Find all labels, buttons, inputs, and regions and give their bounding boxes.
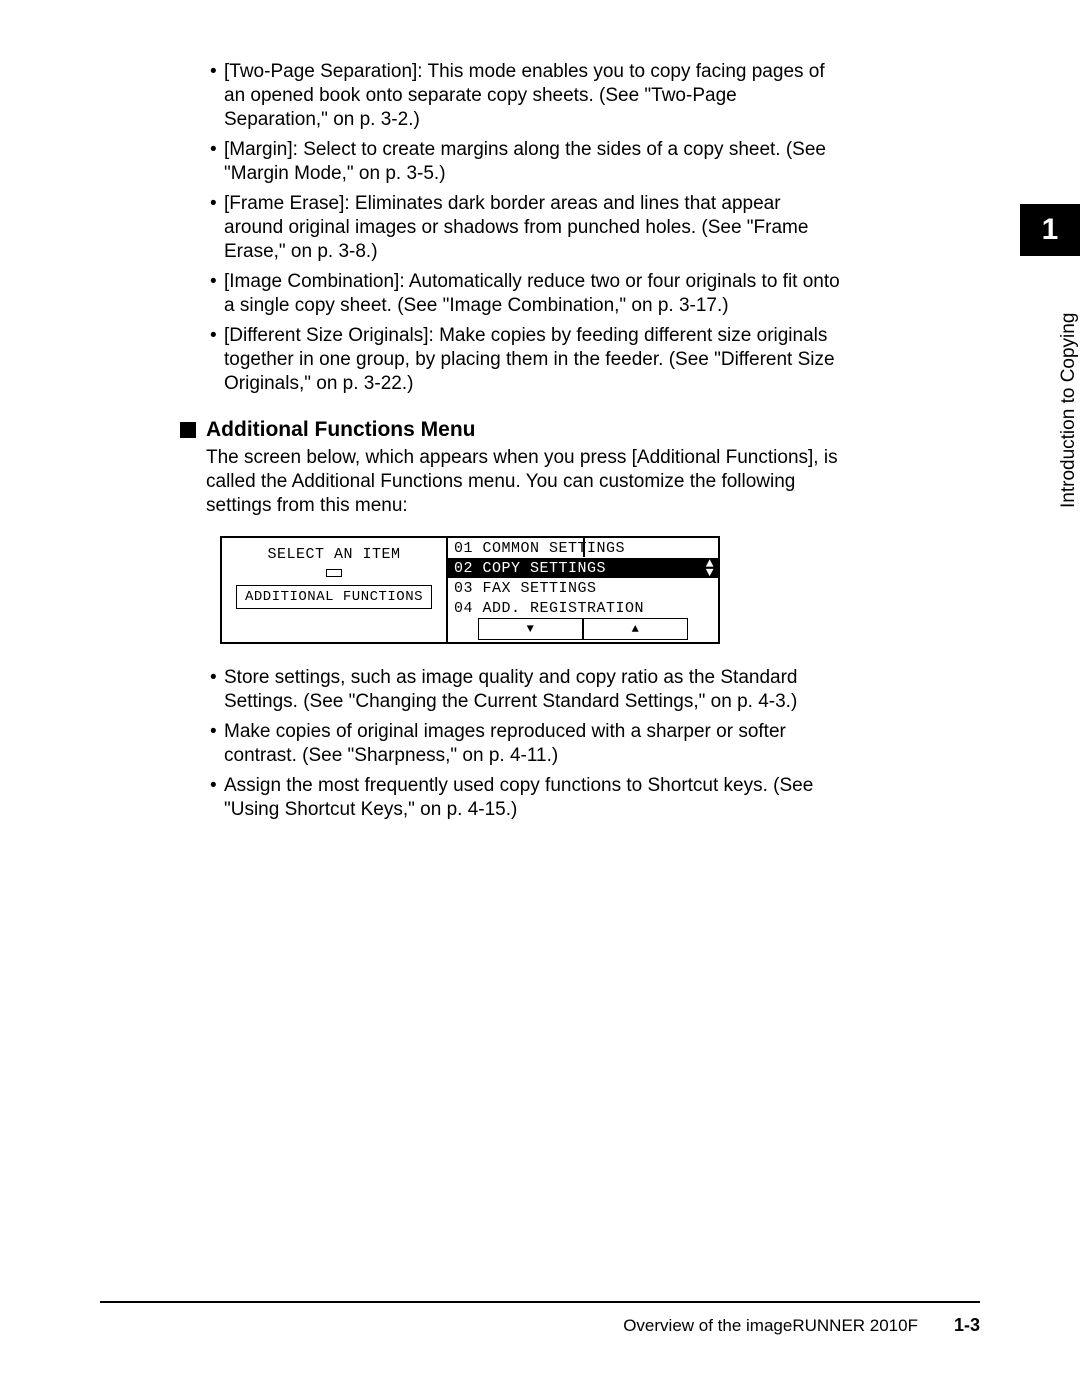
lcd-row-text: 02 COPY SETTINGS	[454, 560, 606, 577]
bullet-item: • [Two-Page Separation]: This mode enabl…	[210, 60, 840, 132]
bullet-text: [Two-Page Separation]: This mode enables…	[224, 60, 840, 132]
chapter-title-vertical: Introduction to Copying	[1020, 256, 1080, 564]
side-tab: 1 Introduction to Copying	[1020, 204, 1080, 564]
bullet-dot-icon: •	[210, 324, 224, 396]
section-title: Additional Functions Menu	[206, 418, 475, 442]
bullet-dot-icon: •	[210, 138, 224, 186]
bullet-text: [Image Combination]: Automatically reduc…	[224, 270, 840, 318]
updown-arrows-icon: ▲▼	[706, 559, 714, 577]
bullet-text: Assign the most frequently used copy fun…	[224, 774, 840, 822]
top-bullet-list: • [Two-Page Separation]: This mode enabl…	[210, 60, 840, 396]
section-intro: The screen below, which appears when you…	[206, 446, 840, 518]
bullet-dot-icon: •	[210, 720, 224, 768]
footer-page-number: 1-3	[954, 1315, 980, 1336]
lcd-up-button: ▲	[583, 619, 688, 640]
lcd-indicator-icon	[326, 569, 342, 577]
bullet-item: • [Different Size Originals]: Make copie…	[210, 324, 840, 396]
bullet-dot-icon: •	[210, 666, 224, 714]
bullet-item: • Store settings, such as image quality …	[210, 666, 840, 714]
lcd-right-panel: 01 COMMON SETTINGS 02 COPY SETTINGS ▲▼ 0…	[446, 538, 718, 642]
lcd-left-title: SELECT AN ITEM	[267, 546, 400, 563]
footer-section-title: Overview of the imageRUNNER 2010F	[623, 1316, 918, 1336]
lcd-down-button: ▼	[478, 619, 583, 640]
lcd-row-text: 01 COMMON SETTINGS	[454, 540, 625, 557]
lcd-screenshot: SELECT AN ITEM ADDITIONAL FUNCTIONS 01 C…	[220, 536, 720, 644]
bullet-text: Store settings, such as image quality an…	[224, 666, 840, 714]
bullet-text: Make copies of original images reproduce…	[224, 720, 840, 768]
bullet-item: • Make copies of original images reprodu…	[210, 720, 840, 768]
bullet-dot-icon: •	[210, 60, 224, 132]
lcd-menu-row: 03 FAX SETTINGS	[448, 578, 718, 598]
section-header: Additional Functions Menu	[180, 418, 840, 442]
lcd-row-text: 04 ADD. REGISTRATION	[454, 600, 644, 617]
lcd-menu-row: 04 ADD. REGISTRATION	[448, 598, 718, 618]
bullet-dot-icon: •	[210, 774, 224, 822]
footer-divider	[100, 1301, 980, 1304]
lcd-bottom-bar: ▼ ▲	[478, 618, 688, 640]
bullet-text: [Frame Erase]: Eliminates dark border ar…	[224, 192, 840, 264]
bullet-item: • [Frame Erase]: Eliminates dark border …	[210, 192, 840, 264]
bullet-item: • Assign the most frequently used copy f…	[210, 774, 840, 822]
chapter-number-box: 1	[1020, 204, 1080, 256]
lcd-menu-row-selected: 02 COPY SETTINGS ▲▼	[448, 558, 718, 578]
lcd-left-panel: SELECT AN ITEM ADDITIONAL FUNCTIONS	[222, 538, 446, 642]
square-marker-icon	[180, 422, 196, 438]
chevron-up-icon: ▲	[632, 622, 640, 636]
footer: Overview of the imageRUNNER 2010F 1-3	[623, 1315, 980, 1336]
bullet-item: • [Image Combination]: Automatically red…	[210, 270, 840, 318]
bullet-text: [Different Size Originals]: Make copies …	[224, 324, 840, 396]
bottom-bullet-list: • Store settings, such as image quality …	[210, 666, 840, 822]
bullet-dot-icon: •	[210, 192, 224, 264]
divider-icon	[583, 537, 585, 557]
bullet-text: [Margin]: Select to create margins along…	[224, 138, 840, 186]
lcd-row-text: 03 FAX SETTINGS	[454, 580, 597, 597]
bullet-item: • [Margin]: Select to create margins alo…	[210, 138, 840, 186]
lcd-left-button: ADDITIONAL FUNCTIONS	[236, 585, 432, 609]
bullet-dot-icon: •	[210, 270, 224, 318]
chevron-down-icon: ▼	[527, 622, 535, 636]
